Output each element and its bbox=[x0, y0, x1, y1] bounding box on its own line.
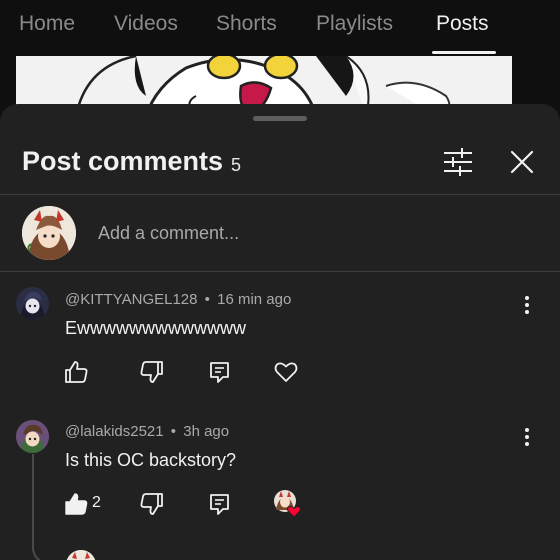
kebab-menu-icon bbox=[525, 296, 529, 314]
heart-icon bbox=[274, 362, 298, 382]
tab-posts[interactable]: Posts bbox=[436, 12, 489, 36]
comment-more-button[interactable] bbox=[517, 426, 537, 448]
comment-author[interactable]: @KITTYANGEL128 bbox=[65, 291, 198, 308]
reply-icon bbox=[210, 494, 229, 515]
sliders-icon bbox=[444, 148, 472, 176]
tab-playlists[interactable]: Playlists bbox=[316, 12, 393, 36]
comment-time: 3h ago bbox=[183, 423, 230, 440]
comment-meta: @KITTYANGEL128 • 16 min ago bbox=[65, 291, 291, 308]
reply-button[interactable] bbox=[206, 490, 234, 518]
comments-sheet: Post comments 5 Add a comment... @KITTYA… bbox=[0, 104, 560, 560]
avatar[interactable] bbox=[16, 287, 49, 320]
channel-tabs: Home Videos Shorts Playlists Posts bbox=[0, 0, 560, 56]
tab-shorts[interactable]: Shorts bbox=[216, 12, 277, 36]
active-tab-indicator bbox=[432, 51, 496, 54]
commenter-avatar-image bbox=[16, 420, 49, 453]
filter-button[interactable] bbox=[440, 144, 476, 180]
avatar[interactable] bbox=[16, 420, 49, 453]
input-divider bbox=[0, 271, 560, 272]
reply-button[interactable] bbox=[206, 358, 234, 386]
thumbs-down-icon bbox=[140, 361, 163, 383]
creator-avatar-heart-icon bbox=[274, 490, 301, 518]
thumbs-up-icon bbox=[65, 361, 88, 383]
tab-videos[interactable]: Videos bbox=[114, 12, 178, 36]
add-comment-input[interactable]: Add a comment... bbox=[98, 223, 239, 244]
like-button[interactable] bbox=[62, 358, 90, 386]
close-button[interactable] bbox=[506, 144, 538, 180]
thumbs-up-filled-icon bbox=[65, 493, 88, 515]
creator-heart-badge bbox=[272, 488, 304, 520]
comment-time: 16 min ago bbox=[217, 291, 292, 308]
tab-home[interactable]: Home bbox=[19, 12, 75, 36]
avatar[interactable] bbox=[66, 550, 96, 560]
reply-icon bbox=[210, 362, 229, 383]
dislike-button[interactable] bbox=[138, 358, 166, 386]
thread-curve bbox=[32, 536, 64, 560]
kebab-menu-icon bbox=[525, 428, 529, 446]
comment-text: Ewwwwwwwwwwwww bbox=[65, 318, 246, 338]
comment-meta: @lalakids2521 • 3h ago bbox=[65, 423, 229, 440]
like-count: 2 bbox=[92, 494, 101, 511]
thumbs-down-icon bbox=[140, 493, 163, 515]
dislike-button[interactable] bbox=[138, 490, 166, 518]
drag-handle[interactable] bbox=[253, 116, 307, 121]
commenter-avatar-image bbox=[16, 287, 49, 320]
like-button[interactable] bbox=[62, 490, 90, 518]
comment-more-button[interactable] bbox=[517, 294, 537, 316]
comment-count: 5 bbox=[231, 155, 242, 175]
meta-separator: • bbox=[170, 423, 177, 440]
meta-separator: • bbox=[204, 291, 210, 308]
thread-line bbox=[32, 454, 34, 538]
avatar bbox=[22, 206, 76, 260]
sheet-title: Post comments bbox=[22, 146, 224, 176]
reply-avatar-image bbox=[66, 550, 96, 560]
user-avatar-image bbox=[22, 206, 76, 260]
header-divider bbox=[0, 194, 560, 195]
heart-button[interactable] bbox=[272, 358, 300, 386]
close-icon bbox=[510, 150, 534, 174]
comment-author[interactable]: @lalakids2521 bbox=[65, 423, 164, 440]
comment-text: Is this OC backstory? bbox=[65, 450, 237, 470]
